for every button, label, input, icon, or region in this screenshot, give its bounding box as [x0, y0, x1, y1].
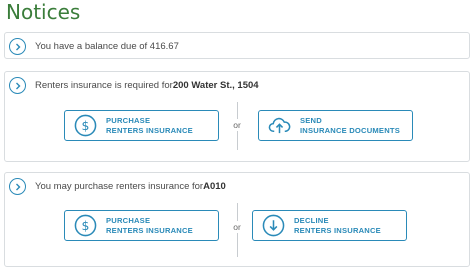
button-label-line2: RENTERS INSURANCE	[294, 225, 381, 235]
notice-row[interactable]: Renters insurance is required for 200 Wa…	[9, 76, 259, 95]
chevron-right-icon[interactable]	[9, 38, 26, 55]
notice-card-balance[interactable]: You have a balance due of 416.67	[4, 32, 470, 59]
notice-text: Renters insurance is required for	[35, 80, 173, 91]
button-label-line2: RENTERS INSURANCE	[106, 225, 193, 235]
button-label-line1: PURCHASE	[106, 215, 151, 225]
cloud-upload-icon	[268, 117, 291, 134]
or-label: or	[231, 221, 243, 233]
send-insurance-documents-button[interactable]: SEND INSURANCE DOCUMENTS	[258, 110, 413, 141]
button-label-line1: DECLINE	[294, 215, 329, 225]
download-circle-icon	[262, 214, 285, 237]
notice-text: You may purchase renters insurance for	[35, 181, 204, 192]
dollar-circle-icon: $	[74, 114, 97, 137]
notice-unit: A010	[203, 181, 226, 192]
chevron-right-icon[interactable]	[9, 178, 26, 195]
notice-address: 200 Water St., 1504	[172, 80, 259, 91]
notice-text: You have a balance due of 416.67	[35, 41, 179, 52]
button-label-line2: INSURANCE DOCUMENTS	[300, 125, 400, 135]
notice-row[interactable]: You may purchase renters insurance for A…	[9, 177, 226, 196]
button-label-line1: SEND	[300, 115, 322, 125]
svg-text:$: $	[82, 118, 90, 133]
decline-renters-insurance-button[interactable]: DECLINE RENTERS INSURANCE	[252, 210, 407, 241]
notice-card-renters-optional: You may purchase renters insurance for A…	[4, 172, 470, 267]
notice-row[interactable]: You have a balance due of 416.67	[9, 37, 179, 56]
purchase-renters-insurance-button[interactable]: $ PURCHASE RENTERS INSURANCE	[64, 210, 219, 241]
button-label-line1: PURCHASE	[106, 115, 151, 125]
notice-card-renters-required: Renters insurance is required for 200 Wa…	[4, 71, 470, 162]
purchase-renters-insurance-button[interactable]: $ PURCHASE RENTERS INSURANCE	[64, 110, 219, 141]
dollar-circle-icon: $	[74, 214, 97, 237]
page-title: Notices	[6, 0, 81, 24]
button-label-line2: RENTERS INSURANCE	[106, 125, 193, 135]
svg-text:$: $	[82, 218, 90, 233]
or-label: or	[231, 119, 243, 131]
chevron-right-icon[interactable]	[9, 77, 26, 94]
